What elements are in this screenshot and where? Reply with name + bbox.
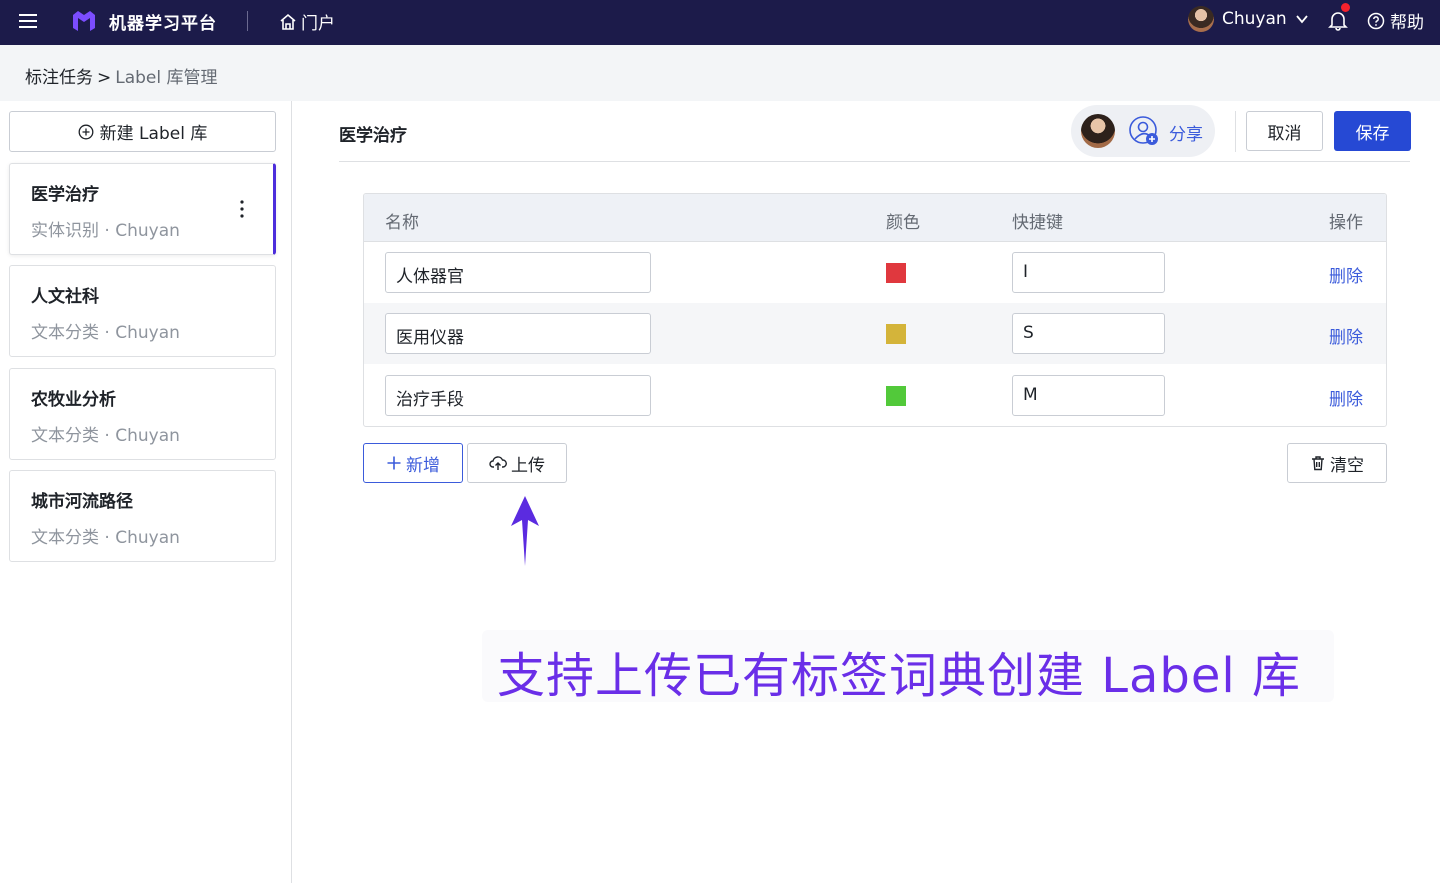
share-button[interactable]: 分享 xyxy=(1169,120,1203,145)
library-meta: 文本分类 · Chuyan xyxy=(31,323,180,343)
shortcut-input[interactable]: M xyxy=(1012,375,1165,416)
cancel-button[interactable]: 取消 xyxy=(1246,111,1323,151)
clear-label: 清空 xyxy=(1330,455,1364,476)
chevron-down-icon xyxy=(1295,15,1308,24)
page-title: 医学治疗 xyxy=(339,126,407,146)
breadcrumb-bar: 标注任务 > Label 库管理 xyxy=(0,45,1440,101)
library-card[interactable]: 农牧业分析 文本分类 · Chuyan xyxy=(9,368,276,460)
delete-link[interactable]: 删除 xyxy=(1329,323,1363,348)
color-swatch[interactable] xyxy=(886,263,906,283)
breadcrumb-root[interactable]: 标注任务 xyxy=(25,68,93,88)
library-meta: 文本分类 · Chuyan xyxy=(31,426,180,446)
library-card[interactable]: 人文社科 文本分类 · Chuyan xyxy=(9,265,276,357)
library-meta: 文本分类 · Chuyan xyxy=(31,528,180,548)
label-name-input[interactable]: 医用仪器 xyxy=(385,313,651,354)
home-link[interactable]: 门户 xyxy=(279,9,335,34)
header-color: 颜色 xyxy=(886,213,920,233)
add-label: 新增 xyxy=(406,455,440,476)
help-label: 帮助 xyxy=(1390,13,1424,33)
collaborator-avatar[interactable] xyxy=(1081,114,1115,148)
more-vertical-icon[interactable] xyxy=(239,199,245,219)
library-card[interactable]: 城市河流路径 文本分类 · Chuyan xyxy=(9,470,276,562)
add-user-icon[interactable] xyxy=(1128,115,1160,147)
library-meta: 实体识别 · Chuyan xyxy=(31,221,180,241)
title-divider xyxy=(339,161,1410,162)
cloud-upload-icon xyxy=(489,456,507,470)
table-row: 医用仪器 S 删除 xyxy=(364,303,1386,364)
new-library-button[interactable]: 新建 Label 库 xyxy=(9,111,276,152)
library-sidebar: 新建 Label 库 医学治疗 实体识别 · Chuyan 人文社科 文本分类 … xyxy=(0,101,292,883)
table-row: 治疗手段 M 删除 xyxy=(364,365,1386,426)
label-name-input[interactable]: 人体器官 xyxy=(385,252,651,293)
library-name: 农牧业分析 xyxy=(31,390,116,410)
label-name-input[interactable]: 治疗手段 xyxy=(385,375,651,416)
user-name: Chuyan xyxy=(1222,9,1287,29)
logo-icon[interactable] xyxy=(70,6,98,34)
table-header: 名称 颜色 快捷键 操作 xyxy=(364,194,1386,242)
shortcut-input[interactable]: I xyxy=(1012,252,1165,293)
user-menu[interactable]: Chuyan xyxy=(1188,6,1309,32)
add-label-button[interactable]: 新增 xyxy=(363,443,463,483)
clear-button[interactable]: 清空 xyxy=(1287,443,1387,483)
library-name: 医学治疗 xyxy=(31,185,99,205)
library-name: 人文社科 xyxy=(31,287,99,307)
home-label: 门户 xyxy=(301,14,335,34)
header-divider xyxy=(1235,111,1236,152)
header-name: 名称 xyxy=(385,213,419,233)
breadcrumb-separator: > xyxy=(97,68,112,88)
annotation-caption: 支持上传已有标签词典创建 Label 库 xyxy=(497,648,1302,704)
library-card[interactable]: 医学治疗 实体识别 · Chuyan xyxy=(9,163,276,255)
trash-icon xyxy=(1312,456,1324,471)
nav-divider xyxy=(247,11,248,31)
delete-link[interactable]: 删除 xyxy=(1329,262,1363,287)
delete-link[interactable]: 删除 xyxy=(1329,385,1363,410)
help-icon xyxy=(1367,12,1385,29)
color-swatch[interactable] xyxy=(886,386,906,406)
notification-dot xyxy=(1341,3,1350,12)
help-link[interactable]: 帮助 xyxy=(1367,8,1424,33)
header-shortcut: 快捷键 xyxy=(1012,213,1063,233)
shortcut-input[interactable]: S xyxy=(1012,313,1165,354)
avatar xyxy=(1188,6,1214,32)
table-row: 人体器官 I 删除 xyxy=(364,242,1386,303)
new-library-label: 新建 Label 库 xyxy=(99,124,208,144)
plus-icon xyxy=(387,456,401,470)
save-button[interactable]: 保存 xyxy=(1334,111,1411,151)
bell-icon[interactable] xyxy=(1327,9,1349,31)
label-table: 名称 颜色 快捷键 操作 人体器官 I 删除 医用仪器 S 删除 治疗手段 M … xyxy=(363,193,1387,427)
top-nav-bar: 机器学习平台 门户 Chuyan 帮助 xyxy=(0,0,1440,45)
library-name: 城市河流路径 xyxy=(31,492,133,512)
app-title[interactable]: 机器学习平台 xyxy=(109,9,217,34)
menu-icon[interactable] xyxy=(18,11,38,31)
breadcrumb-current: Label 库管理 xyxy=(115,68,218,88)
breadcrumb: 标注任务 > Label 库管理 xyxy=(25,63,218,88)
color-swatch[interactable] xyxy=(886,324,906,344)
share-group: 分享 xyxy=(1071,105,1215,157)
plus-circle-icon xyxy=(78,124,94,139)
upload-label: 上传 xyxy=(511,455,545,476)
home-icon xyxy=(280,13,296,30)
upload-button[interactable]: 上传 xyxy=(467,443,567,483)
arrow-up-icon xyxy=(511,496,539,566)
header-action: 操作 xyxy=(1329,213,1363,233)
